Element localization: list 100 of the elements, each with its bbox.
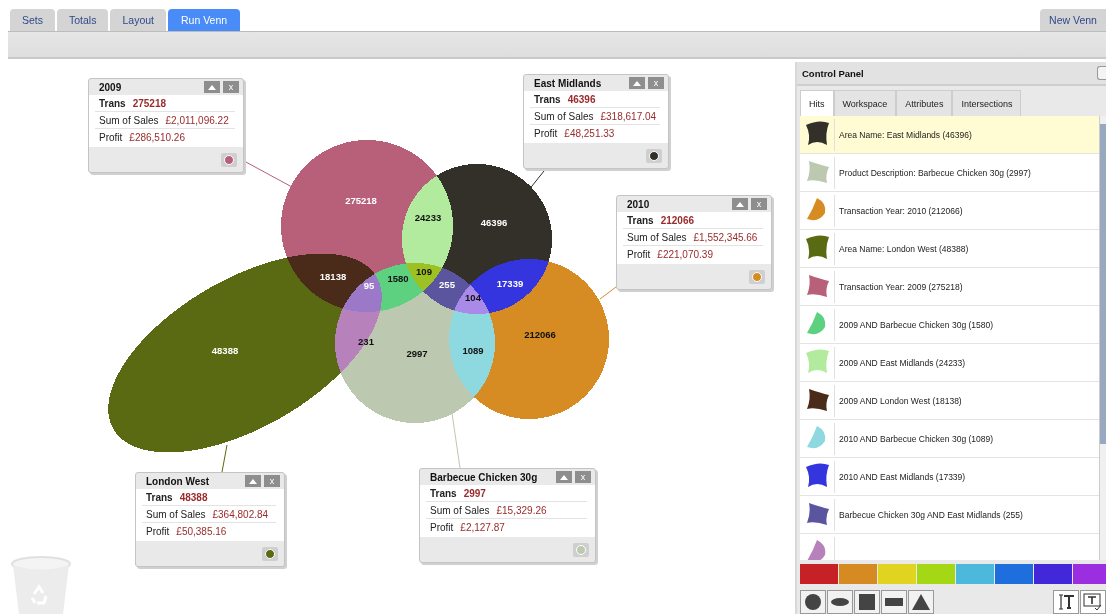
field-value: 275218 — [132, 97, 167, 109]
collapse-button[interactable] — [629, 77, 645, 89]
field-value: 212066 — [660, 214, 695, 226]
field-label: Sum of Sales — [146, 508, 206, 520]
field-label: Profit — [99, 131, 123, 143]
region-count: 212066 — [524, 328, 556, 340]
hit-label: Barbecue Chicken 30g AND East Midlands (255) — [839, 509, 1023, 520]
color-swatch[interactable] — [878, 564, 916, 584]
color-swatch[interactable] — [995, 564, 1033, 584]
hit-label: Area Name: London West (48388) — [839, 243, 969, 254]
square-shape-icon — [857, 593, 877, 611]
hit-row[interactable]: 2009 AND London West (18138) — [800, 382, 1099, 420]
field-value: 46396 — [567, 93, 596, 105]
tab[interactable]: Sets — [10, 9, 55, 31]
panel-tab[interactable]: Workspace — [833, 90, 897, 116]
region-count: 24233 — [414, 211, 442, 223]
field-value: £221,070.39 — [657, 248, 713, 260]
circle-shape-icon — [803, 593, 823, 611]
intersection-region[interactable] — [402, 176, 453, 268]
field-value: £15,329.26 — [496, 504, 547, 516]
collapse-button[interactable] — [732, 198, 748, 210]
color-swatch[interactable] — [917, 564, 955, 584]
collapse-button[interactable] — [204, 81, 220, 93]
region-count: 1580 — [387, 272, 409, 284]
leader-line — [221, 444, 228, 473]
text-cursor-icon — [1056, 593, 1076, 611]
region-count: 95 — [363, 279, 375, 291]
hit-row[interactable]: 2010 AND Barbecue Chicken 30g (1089) — [800, 420, 1099, 458]
hit-label: Area Name: East Midlands (46396) — [839, 129, 972, 140]
intersection-region[interactable] — [287, 254, 374, 308]
hit-row[interactable]: Area Name: East Midlands (46396) — [800, 116, 1099, 154]
field-label: Sum of Sales — [430, 504, 490, 516]
color-swatch[interactable] — [1034, 564, 1072, 584]
new-venn-button[interactable]: New Venn — [1040, 9, 1106, 31]
field-label: Trans — [430, 487, 457, 499]
triangle-shape-icon — [911, 593, 931, 611]
region-count: 46396 — [480, 216, 508, 228]
text-edit-tool-button[interactable] — [1080, 590, 1106, 614]
hit-label: 2010 AND East Midlands (17339) — [839, 471, 966, 482]
region-count: 255 — [439, 278, 455, 290]
collapse-button[interactable] — [556, 471, 572, 483]
region-count: 104 — [465, 291, 481, 303]
hit-row[interactable]: 2010 AND East Midlands (17339) — [800, 458, 1099, 496]
rectangle-tool-button[interactable] — [881, 590, 907, 614]
field-label: Profit — [627, 248, 651, 260]
ellipse-tool-button[interactable] — [827, 590, 853, 614]
hit-row[interactable]: Barbecue Chicken 30g AND East Midlands (255) — [800, 496, 1099, 534]
hit-row[interactable]: 2009 AND Barbecue Chicken 30g (1580) — [800, 306, 1099, 344]
hit-row[interactable]: Transaction Year: 2009 (275218) — [800, 268, 1099, 306]
field-value: 2997 — [463, 487, 486, 499]
hit-row[interactable]: Area Name: London West (48388) — [800, 230, 1099, 268]
region-count: 17339 — [496, 277, 524, 289]
field-label: Profit — [146, 525, 170, 537]
region-count: 2997 — [406, 347, 428, 359]
hit-row[interactable]: 2009 AND East Midlands (24233) — [800, 344, 1099, 382]
collapse-icon — [208, 84, 216, 90]
field-label: Trans — [534, 93, 561, 105]
field-label: Sum of Sales — [534, 110, 594, 122]
field-label: Trans — [99, 97, 126, 109]
scrollbar[interactable] — [1099, 116, 1106, 560]
field-label: Profit — [430, 521, 454, 533]
collapse-icon — [560, 474, 568, 480]
panel-tab[interactable]: Intersections — [952, 90, 1022, 116]
square-tool-button[interactable] — [854, 590, 880, 614]
hit-label: Product Description: Barbecue Chicken 30g (2997) — [839, 167, 1031, 178]
text-box-icon — [1083, 593, 1103, 611]
hit-label: 2009 AND Barbecue Chicken 30g (1580) — [839, 319, 994, 330]
leader-line — [599, 286, 617, 300]
collapse-button[interactable] — [245, 475, 261, 487]
triangle-tool-button[interactable] — [908, 590, 934, 614]
hit-label: 2010 AND Barbecue Chicken 30g (1089) — [839, 433, 994, 444]
collapse-icon — [633, 80, 641, 86]
region-count: 275218 — [345, 194, 377, 206]
field-label: Sum of Sales — [627, 231, 687, 243]
field-label: Trans — [627, 214, 654, 226]
field-value: 48388 — [179, 491, 208, 503]
hit-row[interactable]: Product Description: Barbecue Chicken 30g (2997) — [800, 154, 1099, 192]
field-value: £318,617.04 — [600, 110, 657, 122]
circle-tool-button[interactable] — [800, 590, 826, 614]
color-swatch[interactable] — [839, 564, 877, 584]
tab[interactable]: Totals — [57, 9, 109, 31]
hit-label: Transaction Year: 2009 (275218) — [839, 281, 963, 292]
color-swatch[interactable] — [1073, 564, 1106, 584]
text-tool-button[interactable] — [1053, 590, 1079, 614]
region-count: 48388 — [211, 344, 239, 356]
minimize-button[interactable] — [1097, 66, 1106, 80]
hit-row[interactable]: Transaction Year: 2010 (212066) — [800, 192, 1099, 230]
hit-label: 2009 AND East Midlands (24233) — [839, 357, 966, 368]
color-swatch[interactable] — [956, 564, 994, 584]
region-count: 1089 — [462, 344, 484, 356]
color-swatch[interactable] — [800, 564, 838, 584]
field-value: £50,385.16 — [176, 525, 227, 537]
field-label: Sum of Sales — [99, 114, 159, 126]
hit-label: 2009 AND London West (18138) — [839, 395, 962, 406]
leader-line — [243, 160, 293, 188]
panel-tab[interactable]: Hits — [800, 90, 834, 116]
tab[interactable]: Layout — [110, 9, 166, 31]
region-count: 18138 — [319, 270, 347, 282]
info-panel-title: London West — [146, 475, 211, 487]
panel-tab[interactable]: Attributes — [896, 90, 953, 116]
